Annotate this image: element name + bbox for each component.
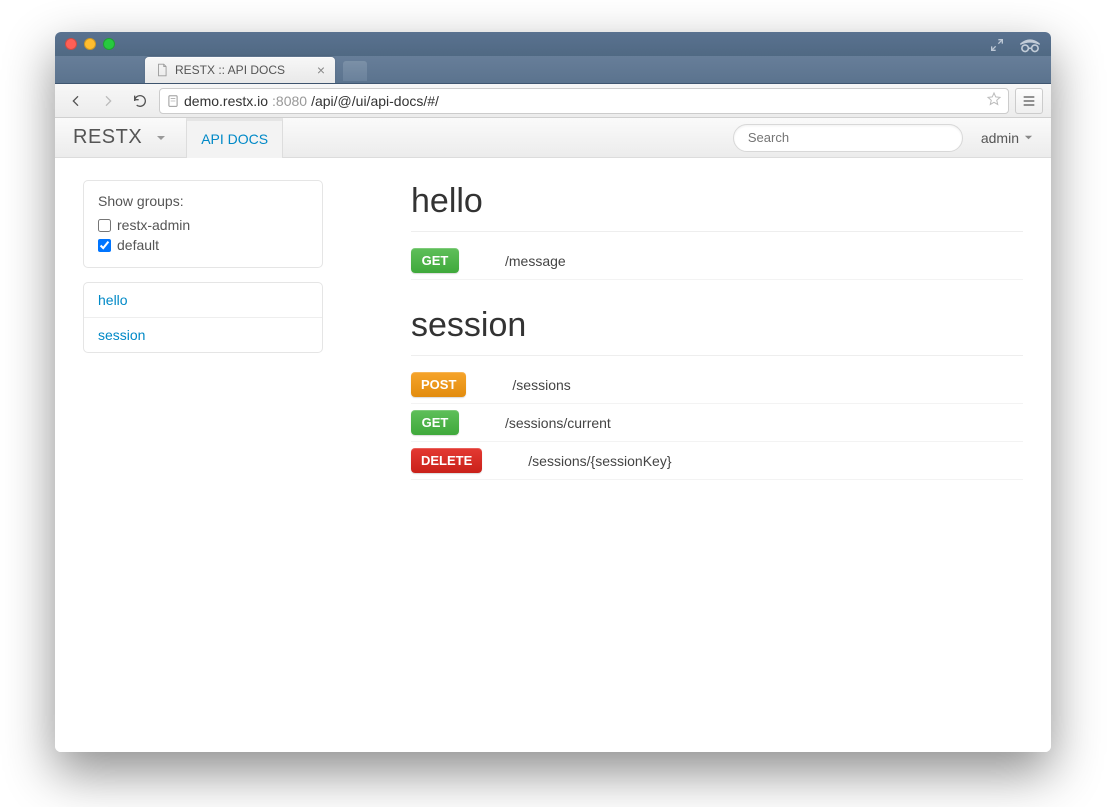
address-toolbar: demo.restx.io:8080/api/@/ui/api-docs/#/ [55, 84, 1051, 118]
endpoint-row[interactable]: DELETE /sessions/{sessionKey} [411, 442, 1023, 480]
search-input[interactable] [733, 124, 963, 152]
user-label: admin [981, 130, 1019, 146]
page-content: Show groups: restx-admin default hello s… [55, 158, 1051, 752]
url-host: demo.restx.io [184, 93, 268, 109]
window-titlebar [55, 32, 1051, 56]
section-link-hello[interactable]: hello [84, 283, 322, 318]
close-window-button[interactable] [65, 38, 77, 50]
endpoint-row[interactable]: POST /sessions [411, 366, 1023, 404]
section-link-session[interactable]: session [84, 318, 322, 352]
window-controls [65, 38, 115, 50]
group-filter-default[interactable]: default [98, 235, 308, 255]
endpoint-path: /sessions/{sessionKey} [528, 453, 671, 469]
section-label: hello [98, 292, 128, 308]
http-method-badge: DELETE [411, 448, 482, 473]
tab-strip: RESTX :: API DOCS × [55, 56, 1051, 84]
site-info-icon[interactable] [166, 94, 180, 108]
back-button[interactable] [63, 88, 89, 114]
browser-menu-button[interactable] [1015, 88, 1043, 114]
forward-button[interactable] [95, 88, 121, 114]
endpoint-row[interactable]: GET /sessions/current [411, 404, 1023, 442]
address-bar[interactable]: demo.restx.io:8080/api/@/ui/api-docs/#/ [159, 88, 1009, 114]
url-port: :8080 [272, 93, 307, 109]
http-method-badge: POST [411, 372, 466, 397]
browser-window: RESTX :: API DOCS × demo.restx.io:8080/a… [55, 32, 1051, 752]
nav-tab-api-docs[interactable]: API DOCS [186, 118, 283, 158]
group-title-session: session [411, 306, 1023, 345]
tab-title: RESTX :: API DOCS [175, 63, 285, 77]
nav-tab-label: API DOCS [201, 131, 268, 147]
fullscreen-icon[interactable] [989, 37, 1005, 58]
minimize-window-button[interactable] [84, 38, 96, 50]
new-tab-button[interactable] [343, 61, 367, 81]
http-method-badge: GET [411, 410, 459, 435]
api-groups: hello GET /message session POST /session… [411, 180, 1023, 730]
reload-button[interactable] [127, 88, 153, 114]
app-navbar: RESTX API DOCS admin [55, 118, 1051, 158]
groups-filter-panel: Show groups: restx-admin default [83, 180, 323, 268]
sidebar: Show groups: restx-admin default hello s… [83, 180, 323, 730]
group-checkbox[interactable] [98, 219, 111, 232]
endpoint-path: /sessions/current [505, 415, 611, 431]
group-label: default [117, 237, 159, 253]
bookmark-star-icon[interactable] [986, 91, 1002, 110]
url-path: /api/@/ui/api-docs/#/ [311, 93, 439, 109]
group-filter-restx-admin[interactable]: restx-admin [98, 215, 308, 235]
user-menu[interactable]: admin [981, 130, 1033, 146]
groups-header: Show groups: [98, 193, 308, 209]
group-title-hello: hello [411, 182, 1023, 221]
section-label: session [98, 327, 145, 343]
tab-close-icon[interactable]: × [317, 62, 325, 78]
brand-label: RESTX [73, 126, 142, 149]
endpoint-path: /sessions [512, 377, 570, 393]
page-icon [155, 63, 169, 77]
endpoint-list: POST /sessions GET /sessions/current DEL… [411, 366, 1023, 480]
endpoint-row[interactable]: GET /message [411, 242, 1023, 280]
chevron-down-icon [156, 126, 166, 149]
browser-tab[interactable]: RESTX :: API DOCS × [145, 57, 335, 83]
divider [411, 231, 1023, 232]
http-method-badge: GET [411, 248, 459, 273]
incognito-icon [1017, 36, 1043, 59]
divider [411, 355, 1023, 356]
zoom-window-button[interactable] [103, 38, 115, 50]
section-list: hello session [83, 282, 323, 353]
chevron-down-icon [1024, 133, 1033, 142]
group-checkbox[interactable] [98, 239, 111, 252]
group-label: restx-admin [117, 217, 190, 233]
endpoint-path: /message [505, 253, 566, 269]
endpoint-list: GET /message [411, 242, 1023, 280]
brand-dropdown[interactable]: RESTX [73, 126, 166, 149]
